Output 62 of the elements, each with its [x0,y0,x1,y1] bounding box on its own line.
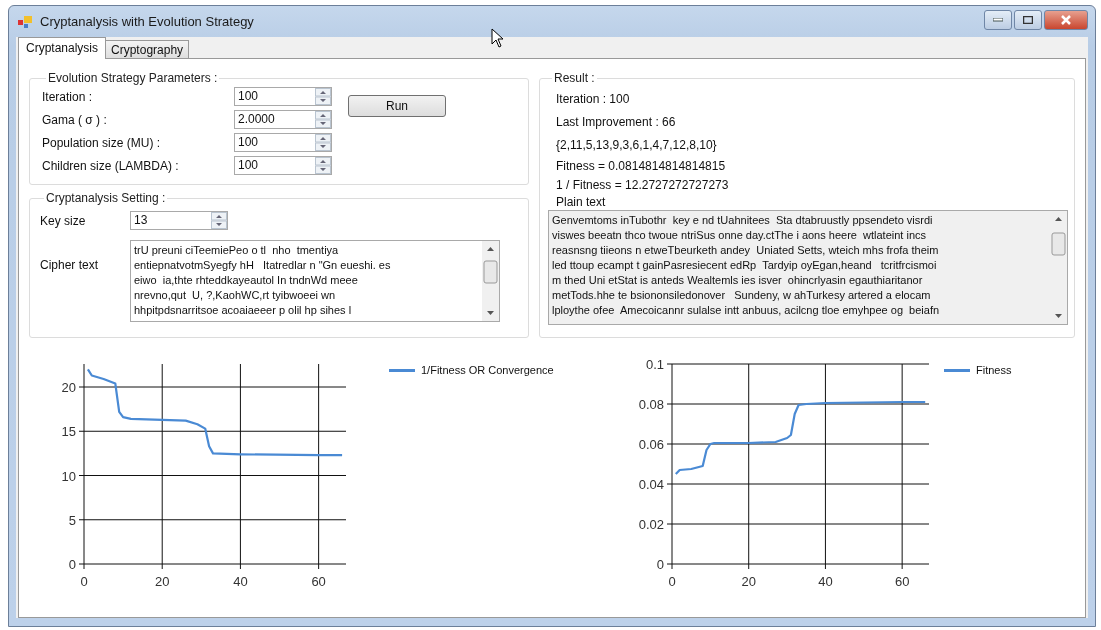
mouse-cursor-icon [491,28,505,48]
axis-tick-label: 20 [741,574,756,589]
close-button[interactable] [1044,10,1088,30]
close-icon [1060,15,1072,25]
group-title: Evolution Strategy Parameters : [47,71,219,85]
axis-tick-label: 60 [311,574,326,589]
group-title: Cryptanalysis Setting : [45,191,167,205]
axis-tick-label: 5 [68,512,76,528]
spin-arrows-icon[interactable] [211,212,227,229]
field-label: Iteration : [42,89,94,104]
maximize-button[interactable] [1014,10,1042,30]
scrollbar[interactable] [482,241,499,321]
axis-tick-label: 0.06 [638,437,664,452]
cipher-text-field[interactable]: trU preuni ciTeemiePeo o tl nho tmentiya entiepnatvotmSyegfy hH Itatredlar n "Gn eueshi. es eiwo ia,thte rhteddkayeautol In tndnWd meee nrevno,qut U, ?,KaohWC,rt tyibwoeei wn hhpitpdsnarritsoe acoaiaeeer p olil hp sihes l [130,240,500,322]
legend-line-icon [944,368,970,372]
axis-tick-label: 0.08 [638,397,664,412]
spin-field[interactable]: 100 [234,133,332,152]
result-text: Fitness = 0.0814814814814815 [555,157,727,175]
result-text: {2,11,5,13,9,3,6,1,4,7,12,8,10} [555,136,718,154]
result-text: Last Improvement : 66 [555,113,677,131]
legend-label: 1/Fitness OR Convergence [421,364,554,376]
axis-tick-label: 0 [68,557,76,572]
spin-field[interactable]: 13 [130,211,228,230]
spin-arrows-icon[interactable] [315,111,331,128]
axis-tick-label: 40 [818,574,833,589]
field-label: Plain text [555,194,607,210]
axis-tick-label: 20 [61,380,76,395]
result-text: Iteration : 100 [555,90,631,108]
axis-tick-label: 0.1 [645,357,664,372]
legend-line-icon [389,368,415,372]
spin-field[interactable]: 100 [234,156,332,175]
field-label: Key size [40,213,87,228]
tab[interactable]: Cryptanalysis [18,37,107,59]
field-label: Cipher text [40,258,100,272]
field-label: Children size (LAMBDA) : [42,158,180,173]
spin-arrows-icon[interactable] [315,134,331,151]
legend-label: Fitness [976,364,1012,376]
plain-text-field[interactable]: Genvemtoms inTubothr key e nd tUahnitees Sta dtabruustly ppsendeto visrdi viswes beeatn thco twoue ntriSus onne day.ctThe i aons heere wtlateint incs reasnsng tiieons n etweTbeurketh andey Uniated Setts, wteich mhs frofa theim led ttoup ecampt t gainPasresiecent edRp Tardyip oyEgan,heand tcritfrcismoi m thed Uni etStat is anteds Wealtemls ies isver ohincrlyasin egauthiaritanor metTods.hhe te bsiononsiledonover Sundeny, w ahTurkesy artered a elocam lploythe ofee Amecoicannr sulalse intt anbuus, acilcng tloe emyhpee og beiafn [548,210,1068,325]
axis-tick-label: 0 [668,574,676,589]
spin-field[interactable]: 100 [234,87,332,106]
run-button[interactable]: Run [348,95,446,117]
app-icon [18,14,34,29]
tab[interactable]: Cryptography [105,40,190,59]
result-text: 1 / Fitness = 12.2727272727273 [555,176,730,194]
spin-arrows-icon[interactable] [315,157,331,174]
axis-tick-label: 0.02 [638,517,664,532]
spin-arrows-icon[interactable] [315,88,331,105]
spin-field[interactable]: 2.0000 [234,110,332,129]
field-label: Gama ( σ ) : [42,112,108,127]
axis-tick-label: 40 [233,574,248,589]
group-title: Result : [553,71,596,85]
field-label: Population size (MU) : [42,135,162,150]
axis-tick-label: 15 [61,424,76,440]
axis-tick-label: 20 [154,574,170,589]
axis-tick-label: 10 [61,468,76,484]
maximize-icon [1023,16,1033,24]
window-title: Cryptanalysis with Evolution Strategy [40,14,254,29]
minimize-icon [993,18,1003,22]
axis-tick-label: 0 [656,557,664,572]
axis-tick-label: 60 [894,574,910,589]
axis-tick-label: 0.04 [638,477,664,492]
axis-tick-label: 0 [80,574,88,589]
